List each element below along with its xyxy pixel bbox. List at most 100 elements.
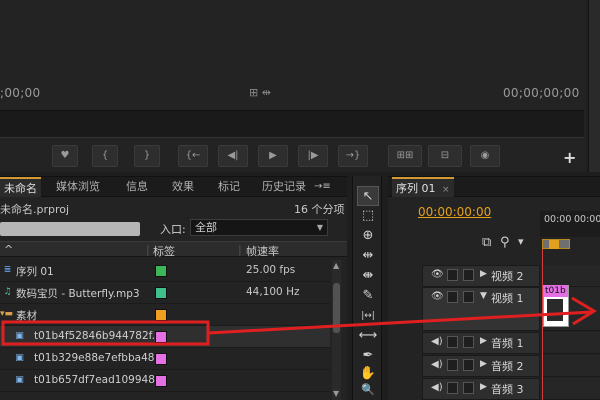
eye-icon[interactable]: 👁 bbox=[431, 291, 444, 302]
search-input[interactable] bbox=[0, 222, 140, 236]
step-back-button[interactable]: ◀| bbox=[218, 145, 248, 167]
speaker-icon[interactable]: ◀) bbox=[431, 359, 443, 370]
eye-icon[interactable]: 👁 bbox=[431, 269, 444, 280]
timeline-tab-bar: 序列 01 × bbox=[388, 177, 600, 197]
scroll-up-arrow-icon[interactable]: ▲ bbox=[333, 261, 339, 270]
sync-lock-toggle[interactable] bbox=[447, 269, 458, 281]
panel-menu-icon[interactable]: →≡ bbox=[314, 177, 331, 197]
track-lock-toggle[interactable] bbox=[463, 269, 474, 281]
go-to-out-button[interactable]: →} bbox=[338, 145, 368, 167]
track-select-tool-icon[interactable]: ⬚ bbox=[357, 206, 379, 226]
project-file-name: 未命名.prproj bbox=[0, 203, 70, 216]
column-frame-rate[interactable]: 帧速率 bbox=[246, 243, 279, 259]
track-lane-video-2[interactable] bbox=[542, 265, 600, 287]
project-panel: 未命名 媒体浏览 信息 效果 标记 历史记录 →≡ 未命名.prproj 16 … bbox=[0, 176, 347, 400]
audio-file-icon: ♫ bbox=[3, 287, 12, 297]
expand-arrow-icon[interactable]: ▶ bbox=[480, 359, 487, 369]
expand-arrow-icon[interactable]: ▶ bbox=[480, 269, 487, 279]
ripple-edit-tool-icon[interactable]: ⊕ bbox=[357, 226, 379, 246]
speaker-icon[interactable]: ◀) bbox=[431, 382, 443, 393]
scroll-down-arrow-icon[interactable]: ▼ bbox=[333, 389, 339, 398]
entry-select[interactable]: 全部 ▼ bbox=[190, 219, 328, 236]
marker-button[interactable]: ♥ bbox=[52, 145, 78, 167]
tab-markers[interactable]: 标记 bbox=[214, 177, 244, 197]
column-label[interactable]: 标签 bbox=[153, 243, 175, 259]
slip-tool-icon[interactable]: |↔| bbox=[357, 306, 379, 326]
label-swatch[interactable] bbox=[155, 309, 167, 321]
sync-lock-toggle[interactable] bbox=[447, 336, 458, 348]
label-swatch[interactable] bbox=[155, 331, 167, 343]
list-item[interactable]: ▾▬ 素材 bbox=[0, 304, 330, 326]
razor-tool-icon[interactable]: ✎ bbox=[357, 286, 379, 306]
list-item[interactable]: ▣ t01b329e88e7efbba48. bbox=[0, 348, 330, 370]
track-header-video-2[interactable]: 👁 ▶ 视频 2 bbox=[422, 265, 540, 287]
playhead-handle[interactable] bbox=[549, 240, 559, 249]
export-frame-button[interactable]: ◉ bbox=[470, 145, 500, 167]
track-header-audio-3[interactable]: ◀) ▶ 音频 3 bbox=[422, 378, 540, 400]
extract-button[interactable]: ⊟ bbox=[428, 145, 462, 167]
lift-button[interactable]: ⊞⊞ bbox=[388, 145, 422, 167]
list-item[interactable]: ≣ 序列 01 25.00 fps bbox=[0, 260, 330, 282]
rolling-edit-tool-icon[interactable]: ⇹ bbox=[357, 246, 379, 266]
track-name: 音频 3 bbox=[491, 383, 524, 396]
track-lane-audio-2[interactable] bbox=[542, 355, 600, 377]
rate-stretch-tool-icon[interactable]: ⇼ bbox=[357, 266, 379, 286]
step-forward-button[interactable]: |▶ bbox=[298, 145, 328, 167]
monitor-settings-icons[interactable]: ⊞ ⇹ bbox=[249, 86, 271, 99]
tab-sequence-01[interactable]: 序列 01 × bbox=[392, 177, 454, 197]
track-lane-audio-3[interactable] bbox=[542, 378, 600, 400]
go-to-in-button[interactable]: {← bbox=[178, 145, 208, 167]
sync-lock-toggle[interactable] bbox=[447, 382, 458, 394]
scrollbar-thumb[interactable] bbox=[333, 283, 340, 333]
tab-effects[interactable]: 效果 bbox=[168, 177, 198, 197]
tab-info[interactable]: 信息 bbox=[122, 177, 152, 197]
mark-in-button[interactable]: { bbox=[92, 145, 118, 167]
zoom-tool-icon[interactable]: 🔍 bbox=[357, 380, 379, 400]
sync-lock-toggle[interactable] bbox=[447, 359, 458, 371]
snap-icon[interactable]: ⧉ bbox=[482, 235, 491, 250]
track-header-video-1[interactable]: 👁 ▼ 视频 1 bbox=[422, 287, 540, 331]
play-button[interactable]: ▶ bbox=[258, 145, 288, 167]
track-lock-toggle[interactable] bbox=[463, 382, 474, 394]
item-count: 16 个分项 bbox=[294, 203, 345, 216]
side-panel-edge bbox=[588, 0, 600, 172]
add-marker-icon[interactable]: ▾ bbox=[518, 235, 524, 248]
project-tab-bar: 未命名 媒体浏览 信息 效果 标记 历史记录 →≡ bbox=[0, 177, 347, 197]
monitor-time-ruler[interactable] bbox=[0, 110, 584, 138]
mark-out-button[interactable]: } bbox=[134, 145, 160, 167]
track-lock-toggle[interactable] bbox=[463, 291, 474, 303]
tab-history[interactable]: 历史记录 bbox=[258, 177, 310, 197]
pen-tool-icon[interactable]: ✒ bbox=[357, 346, 379, 366]
selection-tool-icon[interactable]: ↖ bbox=[357, 186, 379, 206]
sequence-icon: ≣ bbox=[3, 265, 12, 275]
sync-lock-toggle[interactable] bbox=[447, 291, 458, 303]
tab-project[interactable]: 未命名 bbox=[0, 177, 41, 197]
speaker-icon[interactable]: ◀) bbox=[431, 336, 443, 347]
track-header-audio-1[interactable]: ◀) ▶ 音频 1 bbox=[422, 332, 540, 354]
list-item[interactable]: ▣ t01b4f52846b944782f.j bbox=[0, 326, 330, 348]
slide-tool-icon[interactable]: ⟷ bbox=[357, 326, 379, 346]
label-swatch[interactable] bbox=[155, 287, 167, 299]
column-name-sort[interactable]: ^ bbox=[4, 243, 13, 256]
list-item[interactable]: ♫ 数码宝贝 - Butterfly.mp3 44,100 Hz bbox=[0, 282, 330, 304]
marker-pin-icon[interactable]: ⚲ bbox=[500, 235, 510, 250]
label-swatch[interactable] bbox=[155, 375, 167, 387]
track-lock-toggle[interactable] bbox=[463, 359, 474, 371]
entry-select-value: 全部 bbox=[195, 221, 217, 234]
track-header-audio-2[interactable]: ◀) ▶ 音频 2 bbox=[422, 355, 540, 377]
track-name: 音频 2 bbox=[491, 360, 524, 373]
expand-arrow-icon[interactable]: ▶ bbox=[480, 382, 487, 392]
label-swatch[interactable] bbox=[155, 265, 167, 277]
track-lock-toggle[interactable] bbox=[463, 336, 474, 348]
expand-arrow-icon[interactable]: ▶ bbox=[480, 336, 487, 346]
entry-label: 入口: bbox=[160, 223, 186, 236]
collapse-arrow-icon[interactable]: ▼ bbox=[480, 291, 487, 301]
image-file-icon: ▣ bbox=[15, 375, 24, 385]
add-button[interactable]: + bbox=[563, 148, 576, 167]
tab-media-browser[interactable]: 媒体浏览 bbox=[52, 177, 104, 197]
list-item[interactable]: ▣ t01b657df7ead109948. bbox=[0, 370, 330, 392]
track-lane-audio-1[interactable] bbox=[542, 332, 600, 354]
timeline-timecode[interactable]: 00:00:00:00 bbox=[418, 205, 491, 219]
close-icon[interactable]: × bbox=[442, 185, 450, 195]
label-swatch[interactable] bbox=[155, 353, 167, 365]
